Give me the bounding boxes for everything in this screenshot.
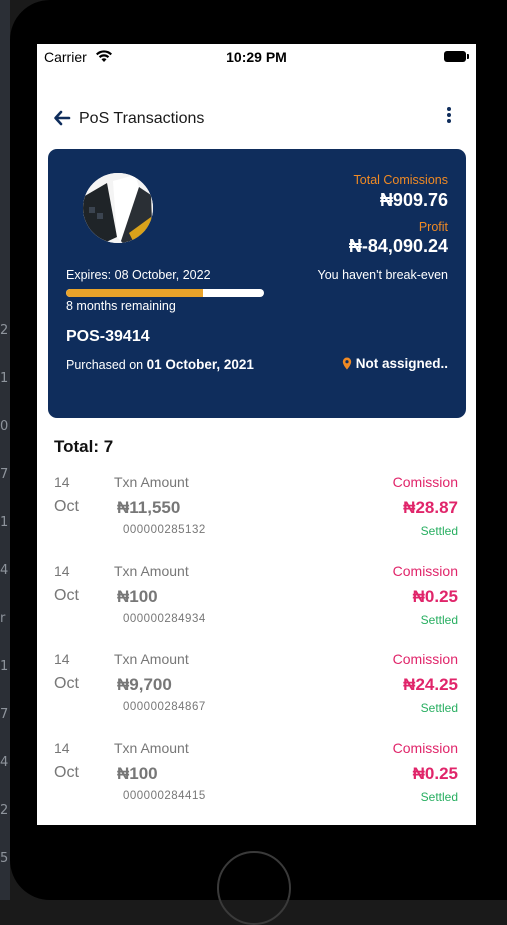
transactions-total: Total: 7 xyxy=(54,437,114,456)
strip-glyph: 5 xyxy=(0,851,9,866)
txn-amount-label: Txn Amount xyxy=(114,562,189,579)
txn-commission-label: Comission xyxy=(392,562,458,579)
purchased-prefix: Purchased on xyxy=(66,358,144,372)
strip-glyph: 1 xyxy=(0,371,9,386)
txn-reference: 000000285132 xyxy=(123,524,206,536)
strip-glyph: 4 xyxy=(0,563,9,578)
license-progress-fill xyxy=(66,289,203,297)
txn-amount: ₦11,550 xyxy=(117,498,181,517)
map-pin-icon xyxy=(342,357,351,370)
strip-glyph: 0 xyxy=(0,419,9,434)
strip-glyph: 2 xyxy=(0,323,9,338)
transaction-row[interactable]: 14 Oct Txn Amount ₦9,700 000000284867 Co… xyxy=(37,645,476,734)
strip-glyph: 2 xyxy=(0,803,9,818)
strip-glyph: 7 xyxy=(0,467,9,482)
pos-device-avatar xyxy=(83,173,153,243)
txn-commission-label: Comission xyxy=(392,474,458,490)
strip-glyph: 1 xyxy=(0,659,9,674)
strip-glyph: r xyxy=(0,611,6,626)
strip-glyph: 1 xyxy=(0,515,9,530)
txn-day: 14 xyxy=(54,474,70,490)
txn-commission-label: Comission xyxy=(392,739,458,756)
txn-day: 14 xyxy=(54,651,70,667)
pos-summary-card: Total Comissions ₦909.76 Profit ₦-84,090… xyxy=(48,149,466,418)
transaction-row[interactable]: 14 Oct Txn Amount ₦11,550 000000285132 C… xyxy=(37,468,476,557)
app-screen: Carrier 10:29 PM PoS Transactions Total … xyxy=(37,44,476,825)
txn-commission-value: ₦28.87 xyxy=(403,498,458,517)
purchase-info: Purchased on 01 October, 2021 xyxy=(66,357,254,372)
home-button[interactable] xyxy=(217,851,291,925)
txn-commission-value: ₦0.25 xyxy=(412,586,458,606)
txn-day: 14 xyxy=(54,562,70,579)
arrow-left-icon[interactable] xyxy=(53,109,71,127)
txn-commission-label: Comission xyxy=(392,651,458,667)
total-commissions-value: ₦909.76 xyxy=(379,190,448,210)
strip-glyph: 4 xyxy=(0,755,9,770)
txn-status: Settled xyxy=(420,612,458,627)
txn-day: 14 xyxy=(54,739,70,756)
txn-amount-label: Txn Amount xyxy=(114,474,189,490)
txn-commission-value: ₦24.25 xyxy=(403,675,458,694)
txn-amount-label: Txn Amount xyxy=(114,651,189,667)
txn-amount: ₦100 xyxy=(117,586,158,606)
total-commissions-label: Total Comissions xyxy=(353,173,448,187)
license-progress-bar xyxy=(66,289,264,297)
transaction-row[interactable]: 14 Oct Txn Amount ₦100 000000284415 Comi… xyxy=(37,734,476,823)
txn-month: Oct xyxy=(54,498,79,515)
location-text: Not assigned.. xyxy=(355,356,448,371)
txn-reference: 000000284867 xyxy=(123,701,206,713)
pos-device-image xyxy=(83,173,153,243)
background-window-strip: 2 1 0 7 1 4 r 1 7 4 2 5 xyxy=(0,0,10,900)
txn-amount: ₦9,700 xyxy=(117,675,172,694)
txn-month: Oct xyxy=(54,763,79,781)
page-title: PoS Transactions xyxy=(79,110,205,127)
status-bar: Carrier 10:29 PM xyxy=(37,44,476,70)
battery-icon xyxy=(444,51,469,62)
txn-status: Settled xyxy=(420,701,458,715)
txn-month: Oct xyxy=(54,675,79,692)
remaining-time: 8 months remaining xyxy=(66,299,176,313)
profit-value: ₦-84,090.24 xyxy=(348,236,448,256)
strip-glyph: 7 xyxy=(0,707,9,722)
transaction-row[interactable]: 14 Oct Txn Amount ₦100 000000284934 Comi… xyxy=(37,557,476,646)
profit-label: Profit xyxy=(418,220,448,234)
more-vertical-icon[interactable] xyxy=(444,106,454,128)
pos-id: POS-39414 xyxy=(66,328,150,345)
txn-reference: 000000284934 xyxy=(123,612,206,625)
txn-month: Oct xyxy=(54,586,79,604)
break-even-status: You haven't break-even xyxy=(317,268,449,282)
txn-amount: ₦100 xyxy=(117,763,158,783)
expiry-date: Expires: 08 October, 2022 xyxy=(66,268,211,282)
txn-reference: 000000284415 xyxy=(123,789,206,802)
transaction-list: 14 Oct Txn Amount ₦11,550 000000285132 C… xyxy=(37,468,476,822)
purchased-date: 01 October, 2021 xyxy=(146,357,254,372)
txn-commission-value: ₦0.25 xyxy=(412,763,458,783)
txn-status: Settled xyxy=(420,524,458,538)
txn-status: Settled xyxy=(420,789,458,804)
navigation-bar: PoS Transactions xyxy=(37,106,476,136)
location-status[interactable]: Not assigned.. xyxy=(342,356,448,371)
clock: 10:29 PM xyxy=(226,49,287,65)
txn-amount-label: Txn Amount xyxy=(114,739,189,756)
